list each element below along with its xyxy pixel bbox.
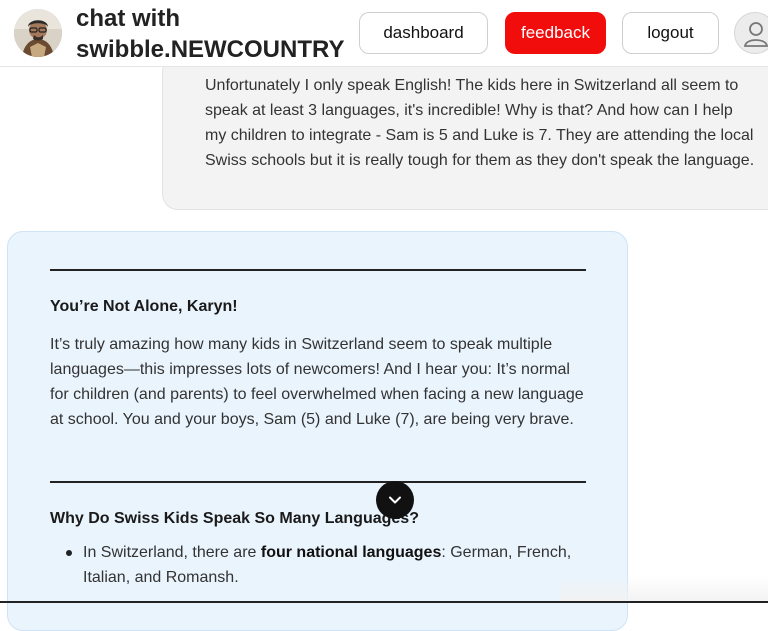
feedback-button[interactable]: feedback [505,12,606,54]
bot-heading-why: Why Do Swiss Kids Speak So Many Language… [50,510,419,527]
bullet-text-bold: four national languages [260,544,442,561]
bot-heading-not-alone: You’re Not Alone, Karyn! [50,298,238,315]
bottom-fade [560,576,768,603]
chevron-down-icon [389,496,401,504]
title-line-2: swibble.NEWCOUNTRY [76,36,345,63]
bot-paragraph: It’s truly amazing how many kids in Swit… [50,336,584,428]
user-icon [743,22,768,47]
bot-bullet-list: In Switzerland, there are four national … [50,540,586,590]
user-message-bubble: Unfortunately I only speak English! The … [162,56,768,210]
bot-avatar [14,9,62,57]
user-message-text: Unfortunately I only speak English! The … [205,77,755,169]
app-header: chat with swibble.NEWCOUNTRY dashboard f… [0,0,768,67]
dashboard-button[interactable]: dashboard [359,12,488,54]
divider [50,481,586,483]
title-line-1: chat with [76,5,181,32]
user-avatar-button[interactable] [734,12,768,54]
page-title: chat with swibble.NEWCOUNTRY [76,3,344,65]
list-item: In Switzerland, there are four national … [50,540,586,590]
bot-avatar-photo [14,9,62,57]
bot-message-bubble: You’re Not Alone, Karyn! It’s truly amaz… [7,231,628,631]
bullet-text-prefix: In Switzerland, there are [83,544,261,561]
logout-button[interactable]: logout [622,12,719,54]
scroll-to-bottom-button[interactable] [376,481,414,519]
divider [50,269,586,271]
